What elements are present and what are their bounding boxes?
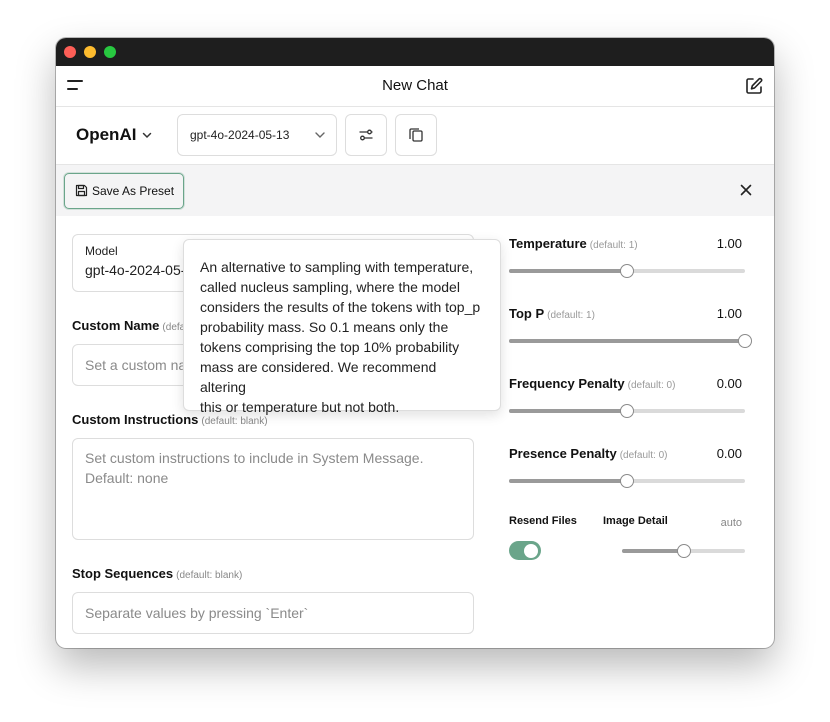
tooltip-line: tokens comprising the top 10% probabilit… [200,339,460,355]
custom-instructions-input[interactable]: Set custom instructions to include in Sy… [72,438,474,540]
chevron-down-icon [315,132,325,138]
parameters-button[interactable] [345,114,387,156]
custom-instructions-placeholder-1: Set custom instructions to include in Sy… [85,450,424,466]
top-p-tooltip: An alternative to sampling with temperat… [183,239,501,415]
presence-penalty-value: 0.00 [716,446,742,461]
save-preset-label: Save As Preset [92,184,175,198]
model-select[interactable]: gpt-4o-2024-05-13 [177,114,337,156]
close-icon[interactable] [739,183,753,197]
frequency-penalty-default: (default: 0) [627,380,676,391]
save-as-preset-button[interactable]: Save As Preset [64,173,184,209]
presence-penalty-label: Presence Penalty (default: 0) [509,446,668,461]
image-detail-slider[interactable] [622,544,745,558]
page-title: New Chat [382,77,448,94]
stop-sequences-input[interactable]: Separate values by pressing `Enter` [72,592,474,634]
presence-penalty-slider-thumb[interactable] [620,474,634,488]
sliders-icon [359,129,373,141]
zoom-window-button[interactable] [104,46,116,58]
temperature-slider-thumb[interactable] [620,264,634,278]
temperature-value: 1.00 [716,236,742,251]
custom-instructions-default: (default: blank) [201,416,268,427]
tooltip-line: this or temperature but not both. [200,399,400,415]
tooltip-line: considers the results of the tokens with… [200,299,481,315]
preset-bar: Save As Preset [56,165,774,216]
close-window-button[interactable] [64,46,76,58]
resend-files-label: Resend Files [509,515,577,527]
app-header: New Chat [56,66,774,107]
frequency-penalty-slider-thumb[interactable] [620,404,634,418]
stop-sequences-default: (default: blank) [176,570,243,581]
top-p-default: (default: 1) [547,310,595,321]
top-p-slider[interactable] [509,334,752,348]
frequency-penalty-slider[interactable] [509,404,745,418]
presence-penalty-slider[interactable] [509,474,745,488]
model-select-value: gpt-4o-2024-05-13 [190,128,290,142]
resend-files-toggle[interactable] [509,541,541,560]
copy-button[interactable] [395,114,437,156]
temperature-default: (default: 1) [589,240,638,251]
top-p-slider-thumb[interactable] [738,334,752,348]
app-window: New Chat OpenAI gpt-4o-2024-05-13 Save A… [56,38,774,648]
frequency-penalty-label-text: Frequency Penalty [509,376,625,391]
temperature-label: Temperature (default: 1) [509,236,638,251]
frequency-penalty-value: 0.00 [716,376,742,391]
title-bar [56,38,774,66]
top-p-value: 1.00 [716,306,742,321]
custom-name-label-text: Custom Name [72,318,160,333]
tooltip-line: mass are considered. We recommend alteri… [200,359,437,395]
provider-label: OpenAI [76,125,137,144]
presence-penalty-default: (default: 0) [619,450,668,461]
tooltip-line: probability mass. So 0.1 means only the [200,319,449,335]
stop-sequences-placeholder: Separate values by pressing `Enter` [85,605,309,621]
chevron-down-icon [143,132,152,139]
image-detail-slider-thumb[interactable] [676,544,691,558]
provider-dropdown[interactable]: OpenAI [76,125,152,145]
copy-icon [409,128,423,142]
stop-sequences-label: Stop Sequences (default: blank) [72,566,242,581]
frequency-penalty-label: Frequency Penalty (default: 0) [509,376,675,391]
top-p-label-text: Top P [509,306,545,321]
stop-sequences-label-text: Stop Sequences [72,566,174,581]
model-field-label: Model [85,244,118,258]
save-icon [75,184,88,197]
tooltip-line: called nucleus sampling, where the model [200,279,460,295]
custom-instructions-placeholder-2: Default: none [85,470,169,486]
edit-icon[interactable] [744,76,764,96]
temperature-label-text: Temperature [509,236,587,251]
model-toolbar: OpenAI gpt-4o-2024-05-13 [56,107,774,165]
custom-instructions-label-text: Custom Instructions [72,412,199,427]
minimize-window-button[interactable] [84,46,96,58]
top-p-label: Top P (default: 1) [509,306,595,321]
temperature-slider[interactable] [509,264,745,278]
tooltip-line: An alternative to sampling with temperat… [200,259,474,275]
image-detail-label: Image Detail [603,515,668,527]
image-detail-value: auto [720,517,742,529]
presence-penalty-label-text: Presence Penalty [509,446,617,461]
